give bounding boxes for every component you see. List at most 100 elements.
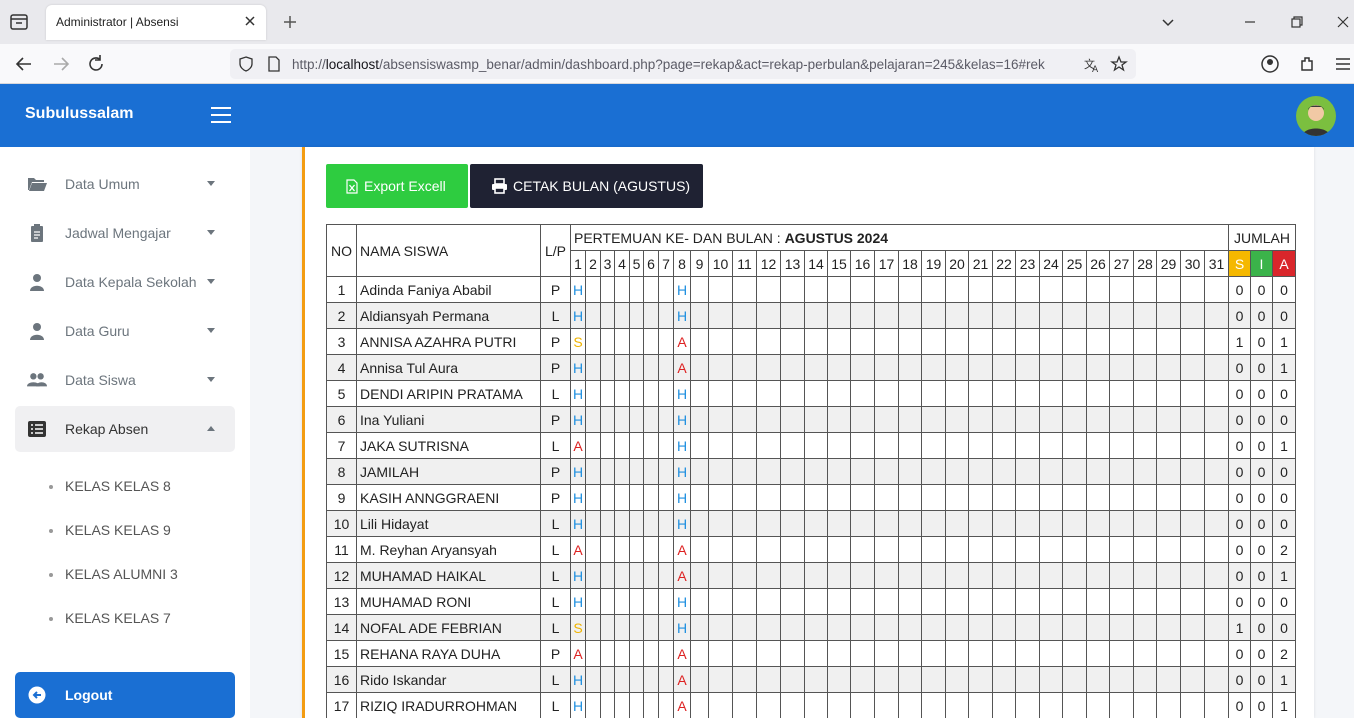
menu-icon[interactable] [1332,53,1354,75]
brand-name[interactable]: Subulussalam [25,105,133,123]
attendance-cell [898,692,922,718]
page-icon[interactable] [266,56,282,72]
total-alpa: 2 [1272,640,1296,667]
sidebar-item-jadwal-mengajar[interactable]: Jadwal Mengajar [15,210,235,256]
attendance-mark: H [570,666,586,693]
submenu-item-alumni-3[interactable]: KELAS ALUMNI 3 [49,566,178,582]
attendance-cell [968,328,993,355]
attendance-cell [1062,432,1087,459]
attendance-cell [600,588,615,615]
reload-icon[interactable] [85,53,107,75]
url-bar[interactable]: http://localhost/absensiswasmp_benar/adm… [230,49,1136,79]
total-alpa: 1 [1272,666,1296,693]
attendance-cell [1133,510,1157,537]
attendance-cell [874,328,899,355]
student-name: REHANA RAYA DUHA [356,640,541,667]
day-header: 10 [708,250,733,277]
row-no: 5 [326,380,357,407]
sidebar-item-rekap-absen[interactable]: Rekap Absen [15,406,235,452]
attendance-cell [804,666,828,693]
attendance-cell [1039,588,1063,615]
attendance-cell [921,510,946,537]
attendance-cell [658,458,674,485]
restore-icon[interactable] [1287,12,1307,32]
print-icon [492,178,507,194]
sidebar-item-data-kepala-sekolah[interactable]: Data Kepala Sekolah [15,259,235,305]
attendance-cell [850,588,875,615]
attendance-cell [898,328,922,355]
sidebar-item-data-siswa[interactable]: Data Siswa [15,357,235,403]
attendance-cell [690,276,709,303]
tab-list-icon[interactable] [8,11,30,33]
back-icon[interactable] [13,53,35,75]
attendance-cell [827,380,851,407]
attendance-cell [1156,328,1181,355]
attendance-cell [614,510,630,537]
attendance-cell [1133,588,1157,615]
attendance-cell [1015,536,1040,563]
browser-tab[interactable]: Administrator | Absensi [46,5,266,40]
student-name: JAKA SUTRISNA [356,432,541,459]
attendance-cell [1204,276,1229,303]
attendance-cell [1039,536,1063,563]
header-total: JUMLAH [1228,224,1296,251]
attendance-mark: H [570,484,586,511]
attendance-cell [898,432,922,459]
day-header: 29 [1156,250,1181,277]
translate-icon[interactable]: 文A [1083,56,1101,74]
attendance-cell [992,406,1016,433]
attendance-cell [690,484,709,511]
minimize-icon[interactable] [1240,12,1260,32]
attendance-cell [732,510,757,537]
total-sakit: 0 [1228,666,1251,693]
list-all-tabs-icon[interactable] [1158,12,1178,32]
attendance-cell [992,302,1016,329]
forward-icon[interactable] [50,53,72,75]
period-prefix: PERTEMUAN KE- DAN BULAN : [574,229,785,246]
attendance-cell [708,406,733,433]
attendance-cell [614,562,630,589]
total-alpa: 1 [1272,354,1296,381]
attendance-cell [1039,406,1063,433]
attendance-cell [732,406,757,433]
attendance-cell [1109,692,1134,718]
student-name: KASIH ANNGGRAENI [356,484,541,511]
submenu-item-kelas-7[interactable]: KELAS KELAS 7 [49,610,171,626]
day-header: 14 [804,250,828,277]
attendance-cell [756,588,781,615]
extensions-icon[interactable] [1296,53,1318,75]
total-alpa: 0 [1272,406,1296,433]
student-name: NOFAL ADE FEBRIAN [356,614,541,641]
logout-button[interactable]: Logout [15,672,235,718]
attendance-cell [708,614,733,641]
attendance-cell [643,614,659,641]
attendance-cell [1039,276,1063,303]
attendance-cell [1109,380,1134,407]
attendance-cell [658,666,674,693]
close-window-icon[interactable] [1333,12,1353,32]
sidebar-toggle-icon[interactable] [210,106,232,124]
attendance-mark: H [570,276,586,303]
attendance-cell [1204,380,1229,407]
export-label: Export Excell [364,178,446,194]
url-text: http://localhost/absensiswasmp_benar/adm… [292,57,1045,72]
attendance-cell [898,614,922,641]
print-month-button[interactable]: CETAK BULAN (AGUSTUS) [470,164,703,208]
attendance-cell [756,406,781,433]
student-name: Rido Iskandar [356,666,541,693]
bookmark-star-icon[interactable] [1110,55,1128,73]
day-header: 28 [1133,250,1157,277]
user-avatar[interactable] [1296,96,1336,136]
submenu-item-kelas-9[interactable]: KELAS KELAS 9 [49,522,171,538]
total-sakit: 0 [1228,692,1251,718]
attendance-cell [1204,692,1229,718]
sidebar-item-data-umum[interactable]: Data Umum [15,161,235,207]
sidebar-item-data-guru[interactable]: Data Guru [15,308,235,354]
attendance-cell [780,562,805,589]
account-icon[interactable] [1259,53,1281,75]
new-tab-icon[interactable] [280,12,300,32]
export-excel-button[interactable]: Export Excell [326,164,468,208]
submenu-item-kelas-8[interactable]: KELAS KELAS 8 [49,478,171,494]
close-tab-icon[interactable] [242,13,258,29]
shield-icon[interactable] [238,56,254,72]
